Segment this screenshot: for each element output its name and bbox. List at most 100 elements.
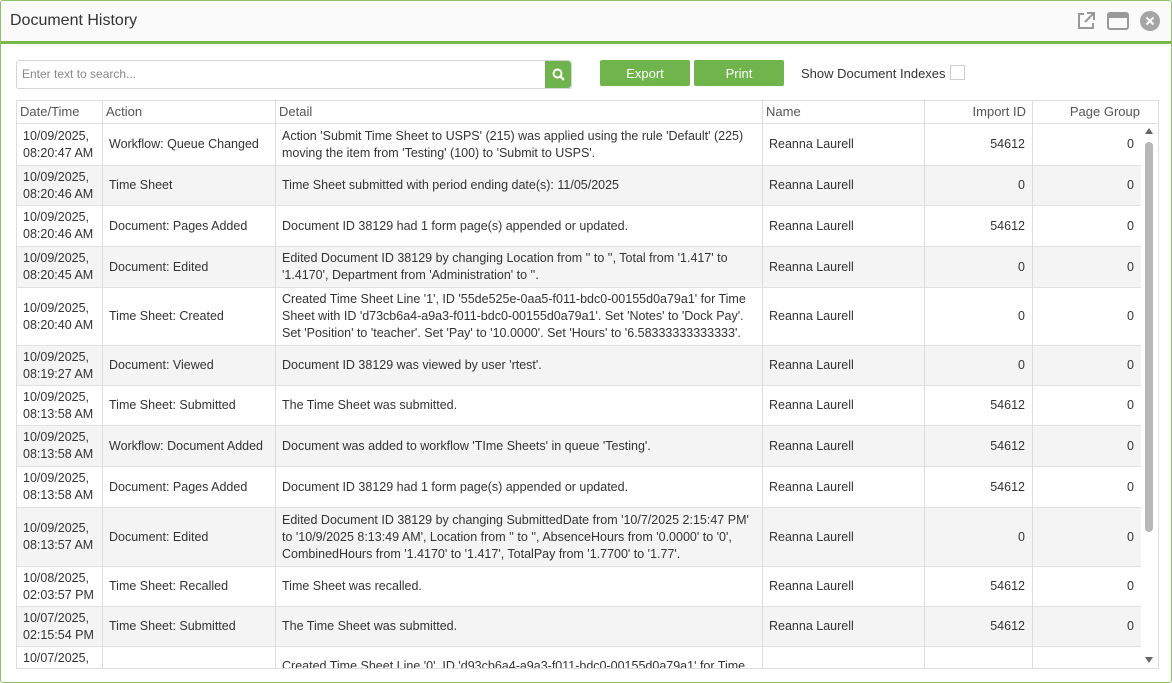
cell-datetime: 10/09/2025, 08:13:58 AM: [17, 386, 103, 425]
scroll-thumb[interactable]: [1145, 142, 1153, 532]
table-row[interactable]: 10/09/2025, 08:13:58 AM Time Sheet: Submit…: [17, 386, 1141, 426]
cell-name: Reanna Laurell: [763, 206, 925, 246]
cell-page-group-line: 0: [1127, 137, 1134, 151]
cell-import-id: 0: [925, 288, 1033, 345]
show-document-indexes-checkbox[interactable]: [950, 65, 965, 80]
cell-page-group: 0: [1033, 508, 1141, 566]
cell-datetime-line: 10/09/2025,: [23, 251, 90, 265]
column-header-action[interactable]: Action: [103, 101, 276, 123]
cell-import-id-line: 54612: [990, 398, 1025, 412]
cell-datetime-line: 02:15:54 PM: [23, 667, 94, 669]
show-document-indexes-label: Show Document Indexes: [801, 66, 946, 81]
cell-datetime: 10/09/2025, 08:13:58 AM: [17, 426, 103, 466]
cell-page-group-line: 0: [1127, 358, 1134, 372]
cell-name: Reanna Laurell: [763, 567, 925, 606]
table-row[interactable]: 10/09/2025, 08:20:46 AM Time Sheet Time She…: [17, 166, 1141, 206]
cell-import-id-line: 54612: [990, 438, 1025, 453]
cell-datetime-line: 10/09/2025,: [23, 389, 90, 404]
cell-detail: Document ID 38129 had 1 form page(s) app…: [276, 467, 763, 507]
column-header-import-id[interactable]: Import ID: [925, 101, 1033, 123]
column-header-detail[interactable]: Detail: [276, 101, 763, 123]
table-row[interactable]: 10/09/2025, 08:13:58 AM Workflow: Document…: [17, 426, 1141, 467]
cell-import-id-line: 54612: [990, 137, 1025, 151]
table-row[interactable]: 10/08/2025, 02:03:57 PM Time Sheet: Recall…: [17, 567, 1141, 607]
close-icon[interactable]: [1139, 10, 1161, 32]
cell-datetime: 10/09/2025, 08:20:45 AM: [17, 247, 103, 287]
cell-page-group-line: 0: [1127, 259, 1134, 274]
cell-datetime-line: 10/09/2025,: [23, 300, 90, 315]
cell-datetime-line: 08:19:27 AM: [23, 366, 94, 381]
cell-name-line: Reanna Laurell: [769, 619, 854, 633]
title-bar: Document History: [1, 1, 1171, 44]
column-header-datetime[interactable]: Date/Time: [17, 101, 103, 123]
scroll-down-icon[interactable]: [1145, 657, 1153, 663]
table-row[interactable]: 10/07/2025, 02:15:54 PM Time Sheet: Submit…: [17, 607, 1141, 647]
cell-action-line: Time Sheet: Submitted: [109, 619, 236, 633]
cell-detail: Document ID 38129 had 1 form page(s) app…: [276, 206, 763, 246]
cell-datetime-line: 08:13:58 AM: [23, 447, 94, 461]
table-row[interactable]: 10/09/2025, 08:13:58 AM Document: Pages Ad…: [17, 467, 1141, 508]
cell-detail-line: Document ID 38129 had 1 form page(s) app…: [282, 479, 629, 494]
cell-detail: Time Sheet was recalled.: [276, 567, 763, 606]
cell-name-line: Reanna Laurell: [769, 579, 854, 593]
cell-detail-line: moving the item from 'Testing' (100) to …: [282, 145, 596, 160]
cell-page-group-line: 0: [1127, 438, 1134, 453]
cell-import-id: 54612: [925, 426, 1033, 466]
cell-action-line: Document: Pages Added: [109, 479, 248, 494]
cell-action: Document: Edited: [103, 508, 276, 566]
cell-name: Reanna Laurell: [763, 346, 925, 385]
table-row[interactable]: 10/09/2025, 08:20:47 AM Workflow: Queue Ch…: [17, 124, 1141, 166]
table-row[interactable]: 10/09/2025, 08:20:40 AM Time Sheet: Create…: [17, 288, 1141, 346]
table-row[interactable]: 10/09/2025, 08:19:27 AM Document: Viewed Do…: [17, 346, 1141, 386]
search-input[interactable]: [17, 61, 547, 86]
cell-detail-line: '1.4170', Department from 'Administratio…: [282, 268, 539, 282]
cell-name-line: Reanna Laurell: [769, 259, 854, 274]
print-button[interactable]: Print: [694, 60, 784, 86]
export-button[interactable]: Export: [600, 60, 690, 86]
cell-datetime: 10/09/2025, 08:19:27 AM: [17, 346, 103, 385]
cell-datetime-line: 10/09/2025,: [23, 430, 90, 444]
window-controls: [1075, 10, 1161, 32]
cell-detail-line: Sheet with ID 'd73cb6a4-a9a3-f011-bdc0-0…: [282, 309, 744, 323]
cell-datetime-line: 10/08/2025,: [23, 570, 90, 585]
cell-page-group-line: 0: [1127, 398, 1134, 412]
cell-import-id-line: 0: [1018, 259, 1025, 274]
table-row[interactable]: 10/09/2025, 08:13:57 AM Document: Edited Ed…: [17, 508, 1141, 567]
cell-detail-line: Edited Document ID 38129 by changing Loc…: [282, 251, 728, 265]
cell-action-line: Workflow: Document Added: [109, 438, 264, 453]
cell-datetime: 10/08/2025, 02:03:57 PM: [17, 567, 103, 606]
table-row[interactable]: 10/09/2025, 08:20:46 AM Document: Pages Ad…: [17, 206, 1141, 247]
cell-datetime: 10/09/2025, 08:13:57 AM: [17, 508, 103, 566]
cell-import-id: 54612: [925, 567, 1033, 606]
cell-datetime: 10/09/2025, 08:20:46 AM: [17, 166, 103, 205]
search-icon: [552, 68, 565, 81]
cell-name: [763, 647, 925, 668]
grid-header: Date/Time Action Detail Name Import ID P…: [17, 101, 1157, 124]
cell-import-id: 54612: [925, 206, 1033, 246]
cell-action: Workflow: Document Added: [103, 426, 276, 466]
popout-icon[interactable]: [1075, 10, 1097, 32]
cell-import-id-line: 54612: [990, 579, 1025, 593]
cell-action: Document: Viewed: [103, 346, 276, 385]
cell-name: Reanna Laurell: [763, 166, 925, 205]
column-header-name[interactable]: Name: [763, 101, 925, 123]
cell-detail-line: to '10/9/2025 8:13:49 AM', Location from…: [282, 529, 732, 544]
cell-detail-line: Document was added to workflow 'TIme She…: [282, 438, 651, 453]
cell-detail: Created Time Sheet Line '0', ID 'd93cb6a…: [276, 647, 763, 668]
cell-name-line: Reanna Laurell: [769, 358, 854, 372]
column-header-page-group[interactable]: Page Group: [1033, 101, 1157, 123]
cell-datetime: 10/09/2025, 08:20:40 AM: [17, 288, 103, 345]
table-row[interactable]: 10/09/2025, 08:20:45 AM Document: Edited Ed…: [17, 247, 1141, 288]
cell-page-group-line: 0: [1127, 479, 1134, 494]
search-box: [16, 60, 572, 89]
cell-name-line: Reanna Laurell: [769, 218, 854, 233]
scroll-up-icon[interactable]: [1145, 128, 1153, 134]
cell-import-id: 54612: [925, 467, 1033, 507]
cell-page-group: 0: [1033, 567, 1141, 606]
cell-name-line: Reanna Laurell: [769, 137, 854, 151]
cell-action-line: Document: Edited: [109, 259, 209, 274]
maximize-icon[interactable]: [1107, 10, 1129, 32]
vertical-scrollbar[interactable]: [1142, 124, 1157, 668]
search-button[interactable]: [545, 61, 571, 88]
table-row[interactable]: 10/07/2025, 02:15:54 PM Created Time Sheet…: [17, 647, 1141, 668]
